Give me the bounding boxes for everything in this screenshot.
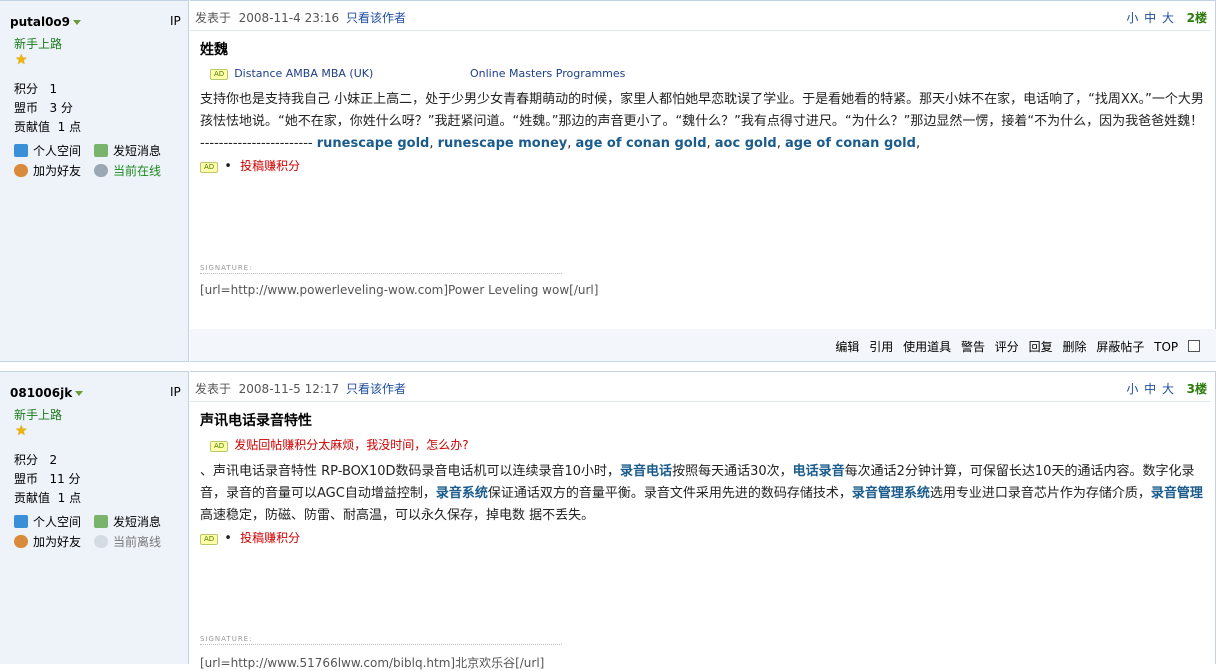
- ad-badge: AD: [210, 69, 229, 80]
- post-title: 声讯电话录音特性: [200, 413, 312, 429]
- signature-label: SIGNATURE:: [200, 264, 562, 274]
- post-header: 发表于 2008-11-4 23:16 只看该作者: [195, 11, 406, 25]
- keyword-link[interactable]: 录音电话: [620, 464, 672, 479]
- dropdown-icon[interactable]: [75, 391, 84, 396]
- top-button[interactable]: TOP: [1154, 340, 1178, 354]
- post-body: 、声讯电话录音特性 RP-BOX10D数码录音电话机可以连续录音10小时，录音电…: [200, 464, 1203, 546]
- online-status: 当前在线: [94, 161, 174, 181]
- ad-badge: AD: [210, 441, 229, 452]
- floor-number: 2楼: [1186, 11, 1207, 25]
- use-item-button[interactable]: 使用道具: [903, 340, 951, 354]
- post-date: 2008-11-4 23:16: [238, 11, 340, 25]
- ip-link[interactable]: IP: [170, 14, 181, 28]
- keyword-link[interactable]: 录音管理系统: [852, 486, 930, 501]
- contribution-value: 1 点: [57, 120, 82, 134]
- pm-link[interactable]: 发短消息: [94, 141, 174, 161]
- post-title: 姓魏: [200, 42, 228, 58]
- author-sidebar: putal0o9 IP 新手上路 ★ 积分 1 盟币 3 分 贡献值 1 点 个…: [0, 0, 189, 362]
- keyword-link[interactable]: aoc gold: [715, 136, 777, 151]
- ip-link[interactable]: IP: [170, 385, 181, 399]
- post-gap: [0, 362, 1222, 371]
- ad-link-1[interactable]: Distance AMBA MBA (UK): [234, 67, 373, 80]
- post-header: 发表于 2008-11-5 12:17 只看该作者: [195, 382, 406, 396]
- star-icon: ★: [15, 52, 28, 68]
- pm-link[interactable]: 发短消息: [94, 512, 174, 532]
- add-friend-link[interactable]: 加为好友: [14, 161, 94, 181]
- ad-link[interactable]: 发贴回帖赚积分太麻烦，我没时间，怎么办?: [234, 438, 468, 452]
- author-sidebar: 081006jk IP 新手上路 ★ 积分 2 盟币 11 分 贡献值 1 点 …: [0, 371, 189, 664]
- ad-badge: AD: [200, 162, 219, 173]
- username[interactable]: putal0o9: [10, 15, 82, 29]
- user-status-icon: [94, 164, 108, 177]
- message-icon: [94, 144, 108, 157]
- warn-button[interactable]: 警告: [961, 340, 985, 354]
- user-rank: 新手上路: [14, 37, 63, 51]
- signature-label: SIGNATURE:: [200, 635, 562, 645]
- add-friend-icon: [14, 535, 28, 548]
- earn-credits-link[interactable]: 投稿赚积分: [240, 159, 300, 173]
- header-divider: [190, 30, 1210, 31]
- keyword-link[interactable]: runescape money: [438, 136, 568, 151]
- username[interactable]: 081006jk: [10, 386, 84, 400]
- post-2: putal0o9 IP 新手上路 ★ 积分 1 盟币 3 分 贡献值 1 点 个…: [0, 0, 1222, 362]
- floor-number: 3楼: [1186, 382, 1207, 396]
- space-link[interactable]: 个人空间: [14, 512, 94, 532]
- ad-row: AD 发贴回帖赚积分太麻烦，我没时间，怎么办?: [210, 436, 469, 453]
- ad-row: AD Distance AMBA MBA (UK) Online Masters …: [210, 67, 625, 80]
- user-status-icon: [94, 535, 108, 548]
- coins-value: 11 分: [49, 472, 81, 486]
- only-author-link[interactable]: 只看该作者: [346, 11, 406, 25]
- block-post-button[interactable]: 屏蔽帖子: [1096, 340, 1144, 354]
- header-divider: [190, 401, 1210, 402]
- ad-badge: AD: [200, 534, 219, 545]
- add-friend-icon: [14, 164, 28, 177]
- user-stats: 积分 1 盟币 3 分 贡献值 1 点: [14, 82, 82, 134]
- star-icon: ★: [15, 423, 28, 439]
- only-author-link[interactable]: 只看该作者: [346, 382, 406, 396]
- home-icon: [14, 144, 28, 157]
- post-actions-bar: 编辑 引用 使用道具 警告 评分 回复 删除 屏蔽帖子 TOP: [190, 329, 1216, 361]
- keyword-link[interactable]: 录音管理: [1151, 486, 1203, 501]
- quote-button[interactable]: 引用: [869, 340, 893, 354]
- keyword-link[interactable]: age of conan gold: [576, 136, 707, 151]
- user-links: 个人空间 发短消息 加为好友 当前离线: [14, 512, 186, 552]
- credits-value: 2: [49, 453, 58, 467]
- user-links: 个人空间 发短消息 加为好友 当前在线: [14, 141, 186, 181]
- reply-button[interactable]: 回复: [1029, 340, 1053, 354]
- credits-value: 1: [49, 82, 58, 96]
- font-size-switch[interactable]: 小 中 大: [1126, 9, 1175, 26]
- post-content: 发表于 2008-11-4 23:16 只看该作者 小 中 大 2楼 姓魏 AD…: [190, 0, 1216, 362]
- post-date: 2008-11-5 12:17: [238, 382, 340, 396]
- coins-value: 3 分: [49, 101, 73, 115]
- post-content: 发表于 2008-11-5 12:17 只看该作者 小 中 大 3楼 声讯电话录…: [190, 371, 1216, 670]
- signature-text: [url=http://www.powerleveling-wow.com]Po…: [200, 283, 599, 297]
- rate-button[interactable]: 评分: [995, 340, 1019, 354]
- space-link[interactable]: 个人空间: [14, 141, 94, 161]
- keyword-link[interactable]: age of conan gold: [785, 136, 916, 151]
- add-friend-link[interactable]: 加为好友: [14, 532, 94, 552]
- offline-status: 当前离线: [94, 532, 174, 552]
- user-stats: 积分 2 盟币 11 分 贡献值 1 点: [14, 453, 82, 505]
- dropdown-icon[interactable]: [73, 20, 82, 25]
- message-icon: [94, 515, 108, 528]
- ad-link-2[interactable]: Online Masters Programmes: [470, 67, 625, 80]
- post-3: 081006jk IP 新手上路 ★ 积分 2 盟币 11 分 贡献值 1 点 …: [0, 371, 1222, 670]
- post-actions: 编辑 引用 使用道具 警告 评分 回复 删除 屏蔽帖子 TOP: [829, 338, 1200, 355]
- home-icon: [14, 515, 28, 528]
- keyword-link[interactable]: 电话录音: [793, 464, 845, 479]
- user-rank: 新手上路: [14, 408, 63, 422]
- select-checkbox[interactable]: [1188, 340, 1200, 352]
- font-size-switch[interactable]: 小 中 大: [1126, 380, 1175, 397]
- keyword-link[interactable]: runescape gold: [317, 136, 430, 151]
- signature-text: [url=http://www.51766lww.com/biblq.htm]北…: [200, 656, 545, 670]
- delete-button[interactable]: 删除: [1062, 340, 1086, 354]
- edit-button[interactable]: 编辑: [835, 340, 859, 354]
- post-body: 支持你也是支持我自己 小妹正上高二，处于少男少女青春期萌动的时候，家里人都怕她早…: [200, 92, 1204, 174]
- contribution-value: 1 点: [57, 491, 82, 505]
- keyword-link[interactable]: 录音系统: [436, 486, 488, 501]
- earn-credits-link[interactable]: 投稿赚积分: [240, 531, 300, 545]
